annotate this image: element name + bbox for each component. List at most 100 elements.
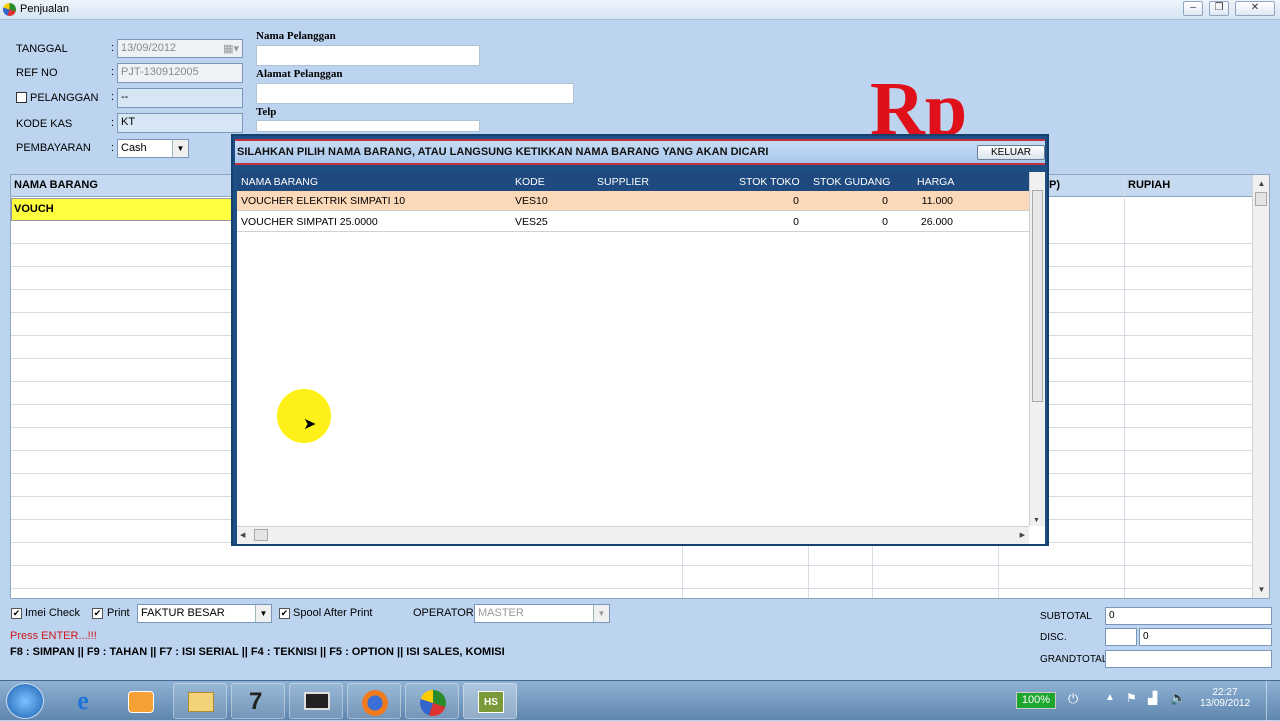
print-label: Print [107, 607, 130, 619]
chevron-down-icon[interactable]: ▼ [593, 605, 609, 622]
start-button[interactable] [6, 683, 44, 719]
col-p: P) [1049, 179, 1060, 191]
show-hidden-icons[interactable]: ▲ [1105, 692, 1115, 703]
power-icon[interactable]: ⏻ [1068, 691, 1078, 707]
shortcut-hints: F8 : SIMPAN || F9 : TAHAN || F7 : ISI SE… [10, 646, 505, 658]
taskbar-app[interactable] [405, 683, 459, 719]
flag-icon[interactable]: ⚑ [1126, 691, 1137, 705]
operator-label: OPERATOR [413, 607, 474, 619]
press-enter-hint: Press ENTER...!!! [10, 630, 97, 642]
calendar-icon[interactable]: ▦▾ [223, 42, 239, 55]
pelanggan-field[interactable]: -- [117, 88, 243, 108]
table-row[interactable] [11, 543, 1253, 566]
close-button[interactable]: ✕ [1235, 1, 1275, 16]
print-format-select[interactable]: FAKTUR BESAR ▼ [137, 604, 272, 623]
column-divider [1124, 175, 1125, 598]
clock-date: 13/09/2012 [1199, 698, 1251, 709]
bottom-panel: ✔ Imei Check ✔ Print FAKTUR BESAR ▼ ✔ Sp… [0, 600, 1280, 680]
firefox-icon [362, 690, 388, 716]
app-icon [3, 3, 16, 16]
monitor-icon [304, 692, 330, 710]
folder-icon [188, 692, 214, 712]
col-rupiah: RUPIAH [1128, 179, 1171, 191]
taskbar-monitor[interactable] [289, 683, 343, 719]
dialog-header: SILAHKAN PILIH NAMA BARANG, ATAU LANGSUN… [235, 139, 1045, 165]
tanggal-field[interactable]: 13/09/2012 ▦▾ [117, 39, 243, 58]
item-lookup-dialog: SILAHKAN PILIH NAMA BARANG, ATAU LANGSUN… [231, 134, 1049, 546]
taskbar: e 7 HS 100% ⏻ ▲ ⚑ ▟ 🔈 22:27 13/09/2012 [0, 680, 1280, 721]
clock-time: 22:27 [1212, 687, 1238, 698]
scroll-thumb[interactable] [1255, 192, 1267, 206]
spool-checkbox[interactable]: ✔ [279, 608, 290, 619]
pie-app-icon [420, 690, 446, 716]
taskbar-winrar[interactable]: 7 [231, 683, 285, 719]
title-bar: Penjualan – ❐ ✕ [0, 0, 1280, 20]
taskbar-hs[interactable]: HS [463, 683, 517, 719]
imei-label: Imei Check [25, 607, 81, 619]
disc-value-field[interactable]: 0 [1139, 628, 1272, 646]
list-header: NAMA BARANG KODE SUPPLIER STOK TOKO STOK… [237, 172, 1029, 191]
nama-pelanggan-field[interactable] [256, 45, 480, 66]
show-desktop-button[interactable] [1266, 681, 1280, 721]
ie-icon[interactable]: e [66, 687, 100, 715]
tanggal-label: TANGGAL [16, 43, 68, 55]
col-kode: KODE [515, 176, 545, 188]
maximize-button[interactable]: ❐ [1209, 1, 1229, 16]
telp-field[interactable] [256, 120, 480, 132]
disc-label: DISC. [1040, 632, 1067, 643]
keluar-button[interactable]: KELUAR [977, 145, 1045, 160]
clock[interactable]: 22:27 13/09/2012 [1195, 687, 1255, 709]
kodekas-label: KODE KAS [16, 118, 73, 130]
telp-label: Telp [256, 106, 277, 118]
table-row[interactable] [11, 566, 1253, 589]
volume-icon[interactable]: 🔈 [1170, 690, 1186, 706]
battery-indicator[interactable]: 100% [1016, 692, 1056, 709]
alamat-pelanggan-field[interactable] [256, 83, 574, 104]
taskbar-explorer[interactable] [173, 683, 227, 719]
scroll-down-icon[interactable]: ▼ [1033, 517, 1040, 524]
operator-select[interactable]: MASTER ▼ [474, 604, 610, 623]
col-supplier: SUPPLIER [597, 176, 649, 188]
disc-percent-field[interactable] [1105, 628, 1137, 646]
pembayaran-select[interactable]: Cash ▼ [117, 139, 189, 158]
scroll-thumb[interactable] [1032, 190, 1043, 402]
hs-app-icon: HS [478, 691, 504, 713]
scroll-up-icon[interactable]: ▲ [1253, 175, 1270, 192]
imei-checkbox[interactable]: ✔ [11, 608, 22, 619]
chevron-down-icon[interactable]: ▼ [172, 140, 188, 157]
chevron-down-icon[interactable]: ▼ [255, 605, 271, 622]
media-player-icon[interactable] [128, 691, 154, 713]
col-stok-toko: STOK TOKO [739, 176, 800, 188]
taskbar-firefox[interactable] [347, 683, 401, 719]
subtotal-field[interactable]: 0 [1105, 607, 1272, 625]
list-hscroll[interactable]: ◀ ▶ [237, 526, 1029, 544]
col-harga: HARGA [917, 176, 955, 188]
col-nama: NAMA BARANG [241, 176, 319, 188]
grandtotal-field[interactable] [1105, 650, 1272, 668]
kodekas-field[interactable]: KT [117, 113, 243, 133]
scroll-left-icon[interactable]: ◀ [240, 531, 245, 539]
list-vscroll[interactable]: ▼ [1029, 172, 1045, 526]
list-item[interactable]: VOUCHER SIMPATI 25.0000 VES25 0 0 26.000 [237, 212, 1029, 232]
pelanggan-label: PELANGGAN [30, 92, 99, 104]
nama-pelanggan-label: Nama Pelanggan [256, 30, 336, 42]
pembayaran-label: PEMBAYARAN [16, 142, 91, 154]
list-item-selected[interactable]: VOUCHER ELEKTRIK SIMPATI 10 VES10 0 0 11… [237, 191, 1029, 211]
print-checkbox[interactable]: ✔ [92, 608, 103, 619]
refno-label: REF NO [16, 67, 58, 79]
scroll-thumb[interactable] [254, 529, 268, 541]
window-title: Penjualan [20, 3, 69, 15]
subtotal-label: SUBTOTAL [1040, 611, 1092, 622]
dialog-title: SILAHKAN PILIH NAMA BARANG, ATAU LANGSUN… [237, 146, 769, 158]
grid-active-cell[interactable]: VOUCH [11, 198, 233, 221]
pelanggan-checkbox[interactable] [16, 92, 27, 103]
grid-scrollbar[interactable]: ▲ ▼ [1252, 175, 1269, 598]
scroll-right-icon[interactable]: ▶ [1020, 531, 1025, 539]
refno-field[interactable]: PJT-130912005 [117, 63, 243, 83]
spool-label: Spool After Print [293, 607, 373, 619]
scroll-down-icon[interactable]: ▼ [1253, 581, 1270, 598]
item-list[interactable]: NAMA BARANG KODE SUPPLIER STOK TOKO STOK… [237, 172, 1045, 544]
network-icon[interactable]: ▟ [1148, 691, 1157, 705]
col-stok-gudang: STOK GUDANG [813, 176, 891, 188]
minimize-button[interactable]: – [1183, 1, 1203, 16]
